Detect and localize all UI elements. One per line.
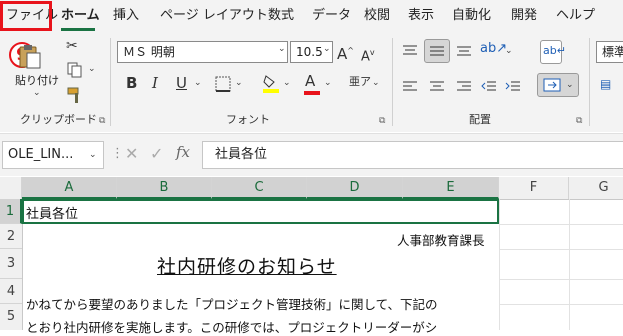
orientation-dropdown-icon[interactable]: ⌄ — [505, 46, 513, 56]
menu-bar: ファイル ホーム 挿入 ページ レイアウト 数式 データ 校閲 表示 自動化 開… — [0, 0, 623, 32]
column-header-g[interactable]: G — [569, 177, 623, 199]
copy-dropdown-icon[interactable]: ⌄ — [88, 64, 96, 74]
formula-input[interactable]: 社員各位 — [202, 141, 623, 169]
select-all-corner[interactable] — [0, 177, 22, 199]
font-color-swatch — [304, 91, 320, 95]
orientation-icon[interactable]: ab↗ — [480, 41, 507, 57]
column-header-b[interactable]: B — [117, 177, 212, 199]
align-right-icon[interactable] — [456, 80, 472, 94]
column-header-c[interactable]: C — [212, 177, 307, 199]
selected-cell-range[interactable] — [22, 199, 499, 224]
menu-insert[interactable]: 挿入 — [113, 0, 139, 32]
menu-formulas[interactable]: 数式 — [268, 0, 294, 32]
font-name-dropdown-icon[interactable]: ⌄ — [278, 44, 286, 54]
menu-view[interactable]: 表示 — [408, 0, 434, 32]
alignment-group-label: 配置 — [469, 113, 491, 126]
divider — [110, 38, 111, 126]
font-group-label: フォント — [226, 113, 270, 126]
row-header-2[interactable]: 2 — [0, 224, 22, 249]
row-header-3[interactable]: 3 — [0, 249, 22, 279]
clipboard-group-label: クリップボード — [20, 113, 97, 126]
italic-button[interactable]: I — [152, 75, 158, 91]
body-text-line-1[interactable]: かねてから要望のありました「プロジェクト管理技術」に関して、下記の — [26, 294, 438, 313]
align-left-icon[interactable] — [402, 80, 418, 94]
menu-review[interactable]: 校閲 — [364, 0, 390, 32]
number-format-box[interactable]: 標準 — [596, 41, 623, 63]
phonetic-dropdown-icon[interactable]: ⌄ — [372, 78, 380, 88]
row-headers: 1 2 3 4 5 — [0, 199, 23, 330]
menu-help[interactable]: ヘルプ — [556, 0, 595, 32]
paste-dropdown-icon[interactable]: ⌄ — [33, 88, 41, 98]
column-header-e[interactable]: E — [403, 177, 499, 199]
phonetic-icon[interactable]: 亜ア — [349, 74, 371, 90]
menu-page-layout[interactable]: ページ レイアウト — [160, 0, 268, 32]
insert-function-button[interactable]: fx — [176, 143, 190, 161]
borders-icon[interactable] — [215, 76, 231, 92]
merge-dropdown-icon[interactable]: ⌄ — [566, 80, 574, 90]
active-tab-indicator — [61, 28, 95, 31]
row-header-1[interactable]: 1 — [0, 199, 22, 224]
formula-bar-grip-icon: ⋮ — [111, 146, 124, 161]
clipboard-launcher-icon[interactable]: ⧉ — [99, 116, 105, 126]
paste-button[interactable]: 貼り付け — [15, 72, 59, 88]
underline-dropdown-icon[interactable]: ⌄ — [194, 78, 202, 88]
paste-icon — [19, 45, 41, 69]
gridline — [499, 279, 623, 280]
font-name-box[interactable]: ＭＳ 明朝 — [117, 41, 288, 63]
align-bottom-icon[interactable] — [456, 44, 472, 58]
cancel-icon[interactable]: ✕ — [125, 144, 138, 163]
align-center-icon[interactable] — [429, 80, 445, 94]
format-painter-icon[interactable] — [66, 86, 84, 104]
column-headers: A B C D E F G — [0, 177, 623, 200]
divider — [589, 38, 590, 126]
cut-icon[interactable]: ✂ — [66, 38, 78, 54]
align-top-icon[interactable] — [402, 44, 418, 58]
fill-color-icon[interactable] — [262, 74, 280, 94]
decrease-indent-icon[interactable] — [481, 80, 497, 94]
cell-e2[interactable]: 人事部教育課長 — [397, 230, 485, 249]
column-header-d[interactable]: D — [307, 177, 403, 199]
increase-font-icon[interactable]: A^ — [337, 43, 354, 62]
row-header-5[interactable]: 5 — [0, 304, 22, 330]
underline-button[interactable]: U — [176, 75, 187, 91]
body-text-line-2[interactable]: とおり社内研修を実施します。この研修では、プロジェクトリーダーがシ — [26, 317, 437, 336]
font-launcher-icon[interactable]: ⧉ — [379, 116, 385, 126]
gridline — [499, 199, 500, 330]
alignment-launcher-icon[interactable]: ⧉ — [576, 116, 582, 126]
divider — [392, 38, 393, 126]
align-middle-icon — [430, 46, 444, 56]
cell-a1[interactable]: 社員各位 — [26, 203, 78, 222]
font-size-dropdown-icon[interactable]: ⌄ — [323, 44, 331, 54]
merge-center-icon — [543, 78, 561, 92]
name-box-dropdown-icon[interactable]: ⌄ — [89, 150, 97, 160]
gridline — [499, 304, 623, 305]
gridline — [499, 249, 623, 250]
font-color-dropdown-icon[interactable]: ⌄ — [324, 78, 332, 88]
increase-indent-icon[interactable] — [505, 80, 521, 94]
wrap-text-icon: ab↵ — [543, 44, 566, 57]
file-tab-highlight — [0, 1, 52, 31]
gridline — [499, 224, 623, 225]
gridline — [569, 199, 570, 330]
decrease-font-icon[interactable]: Av — [361, 45, 375, 65]
column-header-a[interactable]: A — [22, 177, 117, 199]
borders-dropdown-icon[interactable]: ⌄ — [235, 78, 243, 88]
accounting-format-icon[interactable]: ▤ — [600, 76, 611, 92]
bold-button[interactable]: B — [126, 75, 137, 91]
column-header-f[interactable]: F — [499, 177, 569, 199]
font-color-icon[interactable]: A — [305, 73, 315, 89]
copy-icon[interactable] — [67, 62, 83, 78]
fill-color-dropdown-icon[interactable]: ⌄ — [283, 78, 291, 88]
document-title[interactable]: 社内研修のお知らせ — [157, 252, 337, 279]
menu-automate[interactable]: 自動化 — [452, 0, 491, 32]
menu-data[interactable]: データ — [312, 0, 351, 32]
row-header-4[interactable]: 4 — [0, 279, 22, 304]
menu-developer[interactable]: 開発 — [511, 0, 537, 32]
enter-icon[interactable]: ✓ — [150, 144, 163, 163]
